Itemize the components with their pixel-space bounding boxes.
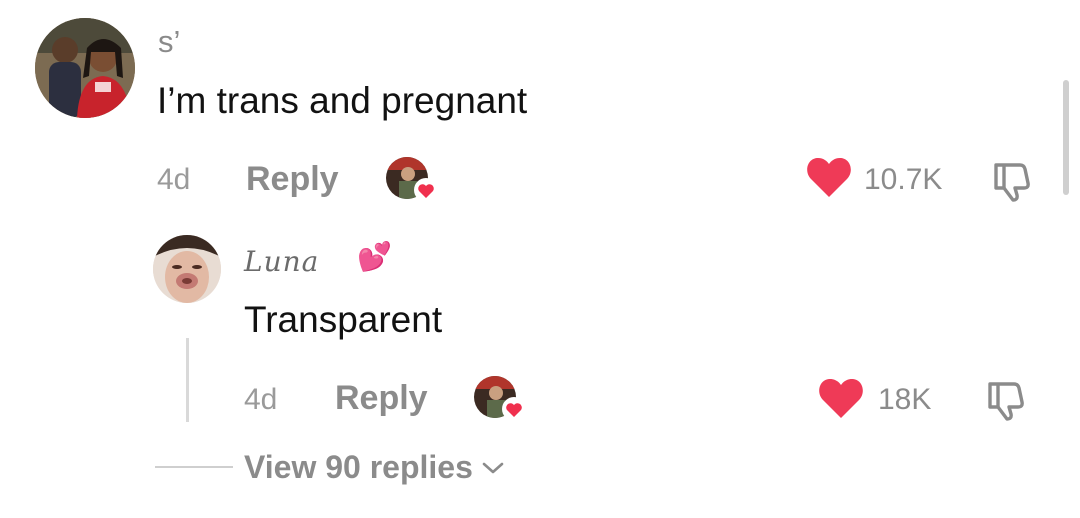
thumbs-down-icon (988, 382, 1024, 421)
like-button[interactable] (806, 156, 852, 198)
reply-like-count: 18K (878, 383, 932, 416)
chevron-down-icon (482, 462, 504, 473)
creator-liked-badge (474, 375, 526, 421)
thumbs-down-icon (994, 163, 1030, 202)
comment-username[interactable]: s’ (158, 24, 180, 60)
reply-avatar[interactable] (153, 235, 221, 303)
dislike-button[interactable] (990, 158, 1034, 202)
reply-time: 4d (244, 383, 278, 416)
dislike-button[interactable] (984, 377, 1028, 421)
reply-username-emoji: 💕 (357, 241, 392, 272)
comment-text: I’m trans and pregnant (157, 80, 528, 121)
creator-liked-icon (474, 376, 526, 421)
reply-text: Transparent (244, 299, 443, 340)
creator-liked-icon (386, 157, 438, 202)
view-replies-button[interactable]: View 90 replies (244, 449, 505, 486)
scrollbar[interactable] (1063, 80, 1069, 195)
reply-username[interactable]: Luna (244, 245, 319, 278)
comment-like-count: 10.7K (864, 163, 943, 196)
like-button[interactable] (818, 377, 864, 419)
heart-icon (807, 157, 851, 197)
comment-reply-button[interactable]: Reply (246, 160, 339, 199)
reply-reply-button[interactable]: Reply (335, 379, 428, 418)
thread-line (186, 338, 189, 422)
comment-avatar[interactable] (35, 18, 135, 118)
profile-photo-icon (153, 235, 221, 303)
comment-time: 4d (157, 163, 191, 196)
view-replies-label: View 90 replies (244, 449, 473, 485)
view-replies-divider (155, 466, 233, 468)
creator-liked-badge (386, 156, 438, 202)
heart-icon (819, 378, 863, 418)
profile-photo-icon (35, 18, 135, 118)
